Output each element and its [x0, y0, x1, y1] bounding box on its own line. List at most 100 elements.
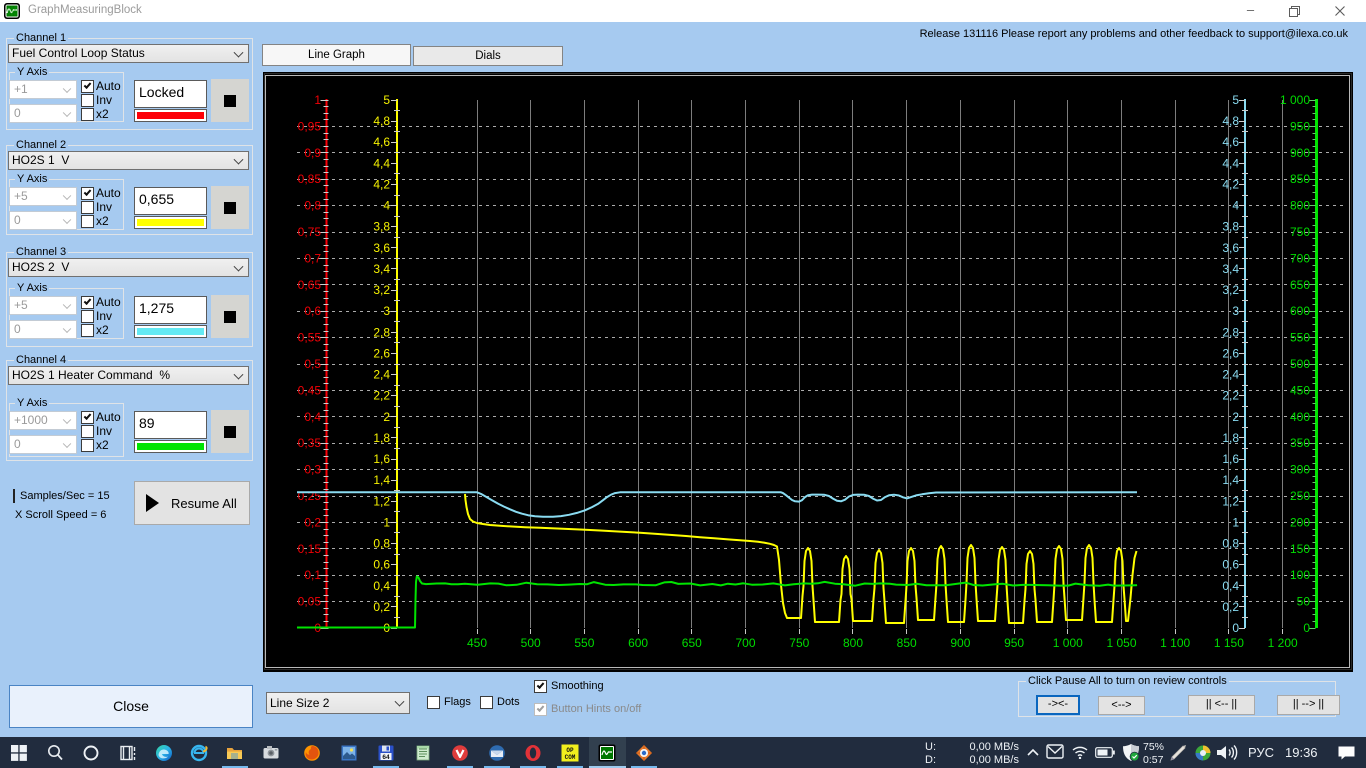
svg-text:750: 750 — [789, 636, 809, 650]
svg-text:0: 0 — [1232, 621, 1239, 635]
svg-text:0,3: 0,3 — [304, 463, 321, 477]
svg-text:900: 900 — [950, 636, 970, 650]
svg-text:750: 750 — [1290, 225, 1310, 239]
svg-text:0: 0 — [1303, 621, 1310, 635]
svg-text:4,4: 4,4 — [1222, 156, 1239, 170]
svg-text:2: 2 — [1232, 410, 1239, 424]
svg-text:0,45: 0,45 — [298, 383, 322, 397]
svg-text:2,4: 2,4 — [1222, 368, 1239, 382]
svg-text:4: 4 — [1232, 199, 1239, 213]
svg-text:0,95: 0,95 — [298, 119, 322, 133]
svg-text:650: 650 — [682, 636, 702, 650]
svg-text:0,15: 0,15 — [298, 542, 322, 556]
svg-text:450: 450 — [467, 636, 487, 650]
svg-text:1 000: 1 000 — [1053, 636, 1083, 650]
svg-text:2,6: 2,6 — [373, 346, 390, 360]
svg-text:300: 300 — [1290, 463, 1310, 477]
svg-text:0,75: 0,75 — [298, 225, 322, 239]
svg-text:64: 64 — [382, 754, 390, 761]
svg-text:2,8: 2,8 — [373, 325, 390, 339]
svg-text:150: 150 — [1290, 542, 1310, 556]
svg-text:2,2: 2,2 — [373, 389, 390, 403]
svg-text:4,8: 4,8 — [373, 114, 390, 128]
svg-text:1: 1 — [383, 515, 390, 529]
svg-text:2: 2 — [383, 410, 390, 424]
svg-text:0,4: 0,4 — [373, 579, 390, 593]
svg-text:2,4: 2,4 — [373, 368, 390, 382]
svg-text:450: 450 — [1290, 383, 1310, 397]
svg-text:250: 250 — [1290, 489, 1310, 503]
svg-text:1,2: 1,2 — [373, 494, 390, 508]
svg-text:0,8: 0,8 — [304, 199, 321, 213]
svg-text:1 150: 1 150 — [1214, 636, 1244, 650]
svg-text:1,6: 1,6 — [373, 452, 390, 466]
svg-text:800: 800 — [1290, 199, 1310, 213]
svg-text:1 050: 1 050 — [1106, 636, 1136, 650]
svg-text:1 100: 1 100 — [1160, 636, 1190, 650]
svg-text:4,4: 4,4 — [373, 156, 390, 170]
svg-text:3,4: 3,4 — [373, 262, 390, 276]
svg-text:0,1: 0,1 — [304, 568, 321, 582]
svg-text:600: 600 — [628, 636, 648, 650]
svg-text:500: 500 — [521, 636, 541, 650]
svg-text:2,8: 2,8 — [1222, 325, 1239, 339]
svg-text:0,6: 0,6 — [1222, 558, 1239, 572]
svg-text:1: 1 — [314, 93, 321, 107]
svg-text:0,9: 0,9 — [304, 146, 321, 160]
svg-text:0,65: 0,65 — [298, 278, 322, 292]
svg-text:4,8: 4,8 — [1222, 114, 1239, 128]
svg-text:850: 850 — [897, 636, 917, 650]
svg-text:1: 1 — [1232, 515, 1239, 529]
svg-text:900: 900 — [1290, 146, 1310, 160]
svg-text:650: 650 — [1290, 278, 1310, 292]
svg-text:1,6: 1,6 — [1222, 452, 1239, 466]
svg-text:0,2: 0,2 — [1222, 600, 1239, 614]
svg-text:5: 5 — [1232, 93, 1239, 107]
svg-text:0,6: 0,6 — [304, 304, 321, 318]
svg-text:0,8: 0,8 — [373, 537, 390, 551]
svg-text:1,4: 1,4 — [1222, 473, 1239, 487]
svg-text:200: 200 — [1290, 515, 1310, 529]
svg-text:1,8: 1,8 — [373, 431, 390, 445]
svg-text:0,55: 0,55 — [298, 331, 322, 345]
svg-text:50: 50 — [1297, 595, 1311, 609]
svg-text:600: 600 — [1290, 304, 1310, 318]
svg-text:400: 400 — [1290, 410, 1310, 424]
svg-text:3,4: 3,4 — [1222, 262, 1239, 276]
svg-text:0,8: 0,8 — [1222, 537, 1239, 551]
svg-text:350: 350 — [1290, 436, 1310, 450]
svg-text:3: 3 — [383, 304, 390, 318]
svg-text:1,8: 1,8 — [1222, 431, 1239, 445]
svg-text:3,8: 3,8 — [373, 220, 390, 234]
svg-text:500: 500 — [1290, 357, 1310, 371]
svg-text:4,2: 4,2 — [1222, 178, 1239, 192]
svg-text:2,2: 2,2 — [1222, 389, 1239, 403]
svg-text:2,6: 2,6 — [1222, 346, 1239, 360]
svg-text:3,2: 3,2 — [373, 283, 390, 297]
svg-text:0,05: 0,05 — [298, 595, 322, 609]
svg-text:4,6: 4,6 — [1222, 135, 1239, 149]
svg-text:550: 550 — [574, 636, 594, 650]
svg-text:1 000: 1 000 — [1280, 93, 1310, 107]
svg-text:550: 550 — [1290, 331, 1310, 345]
svg-text:3,2: 3,2 — [1222, 283, 1239, 297]
svg-text:100: 100 — [1290, 568, 1310, 582]
svg-text:3,8: 3,8 — [1222, 220, 1239, 234]
svg-text:0,25: 0,25 — [298, 489, 322, 503]
svg-text:0,35: 0,35 — [298, 436, 322, 450]
svg-text:4: 4 — [383, 199, 390, 213]
svg-text:3: 3 — [1232, 304, 1239, 318]
svg-text:800: 800 — [843, 636, 863, 650]
svg-text:0,85: 0,85 — [298, 172, 322, 186]
svg-text:3,6: 3,6 — [1222, 241, 1239, 255]
svg-text:0,2: 0,2 — [304, 515, 321, 529]
svg-text:0,7: 0,7 — [304, 251, 321, 265]
svg-text:OP: OP — [566, 747, 574, 754]
svg-text:0,4: 0,4 — [304, 410, 321, 424]
svg-text:1,2: 1,2 — [1222, 494, 1239, 508]
svg-text:850: 850 — [1290, 172, 1310, 186]
svg-text:5: 5 — [383, 93, 390, 107]
svg-text:4,2: 4,2 — [373, 178, 390, 192]
svg-text:0,4: 0,4 — [1222, 579, 1239, 593]
svg-text:0,6: 0,6 — [373, 558, 390, 572]
